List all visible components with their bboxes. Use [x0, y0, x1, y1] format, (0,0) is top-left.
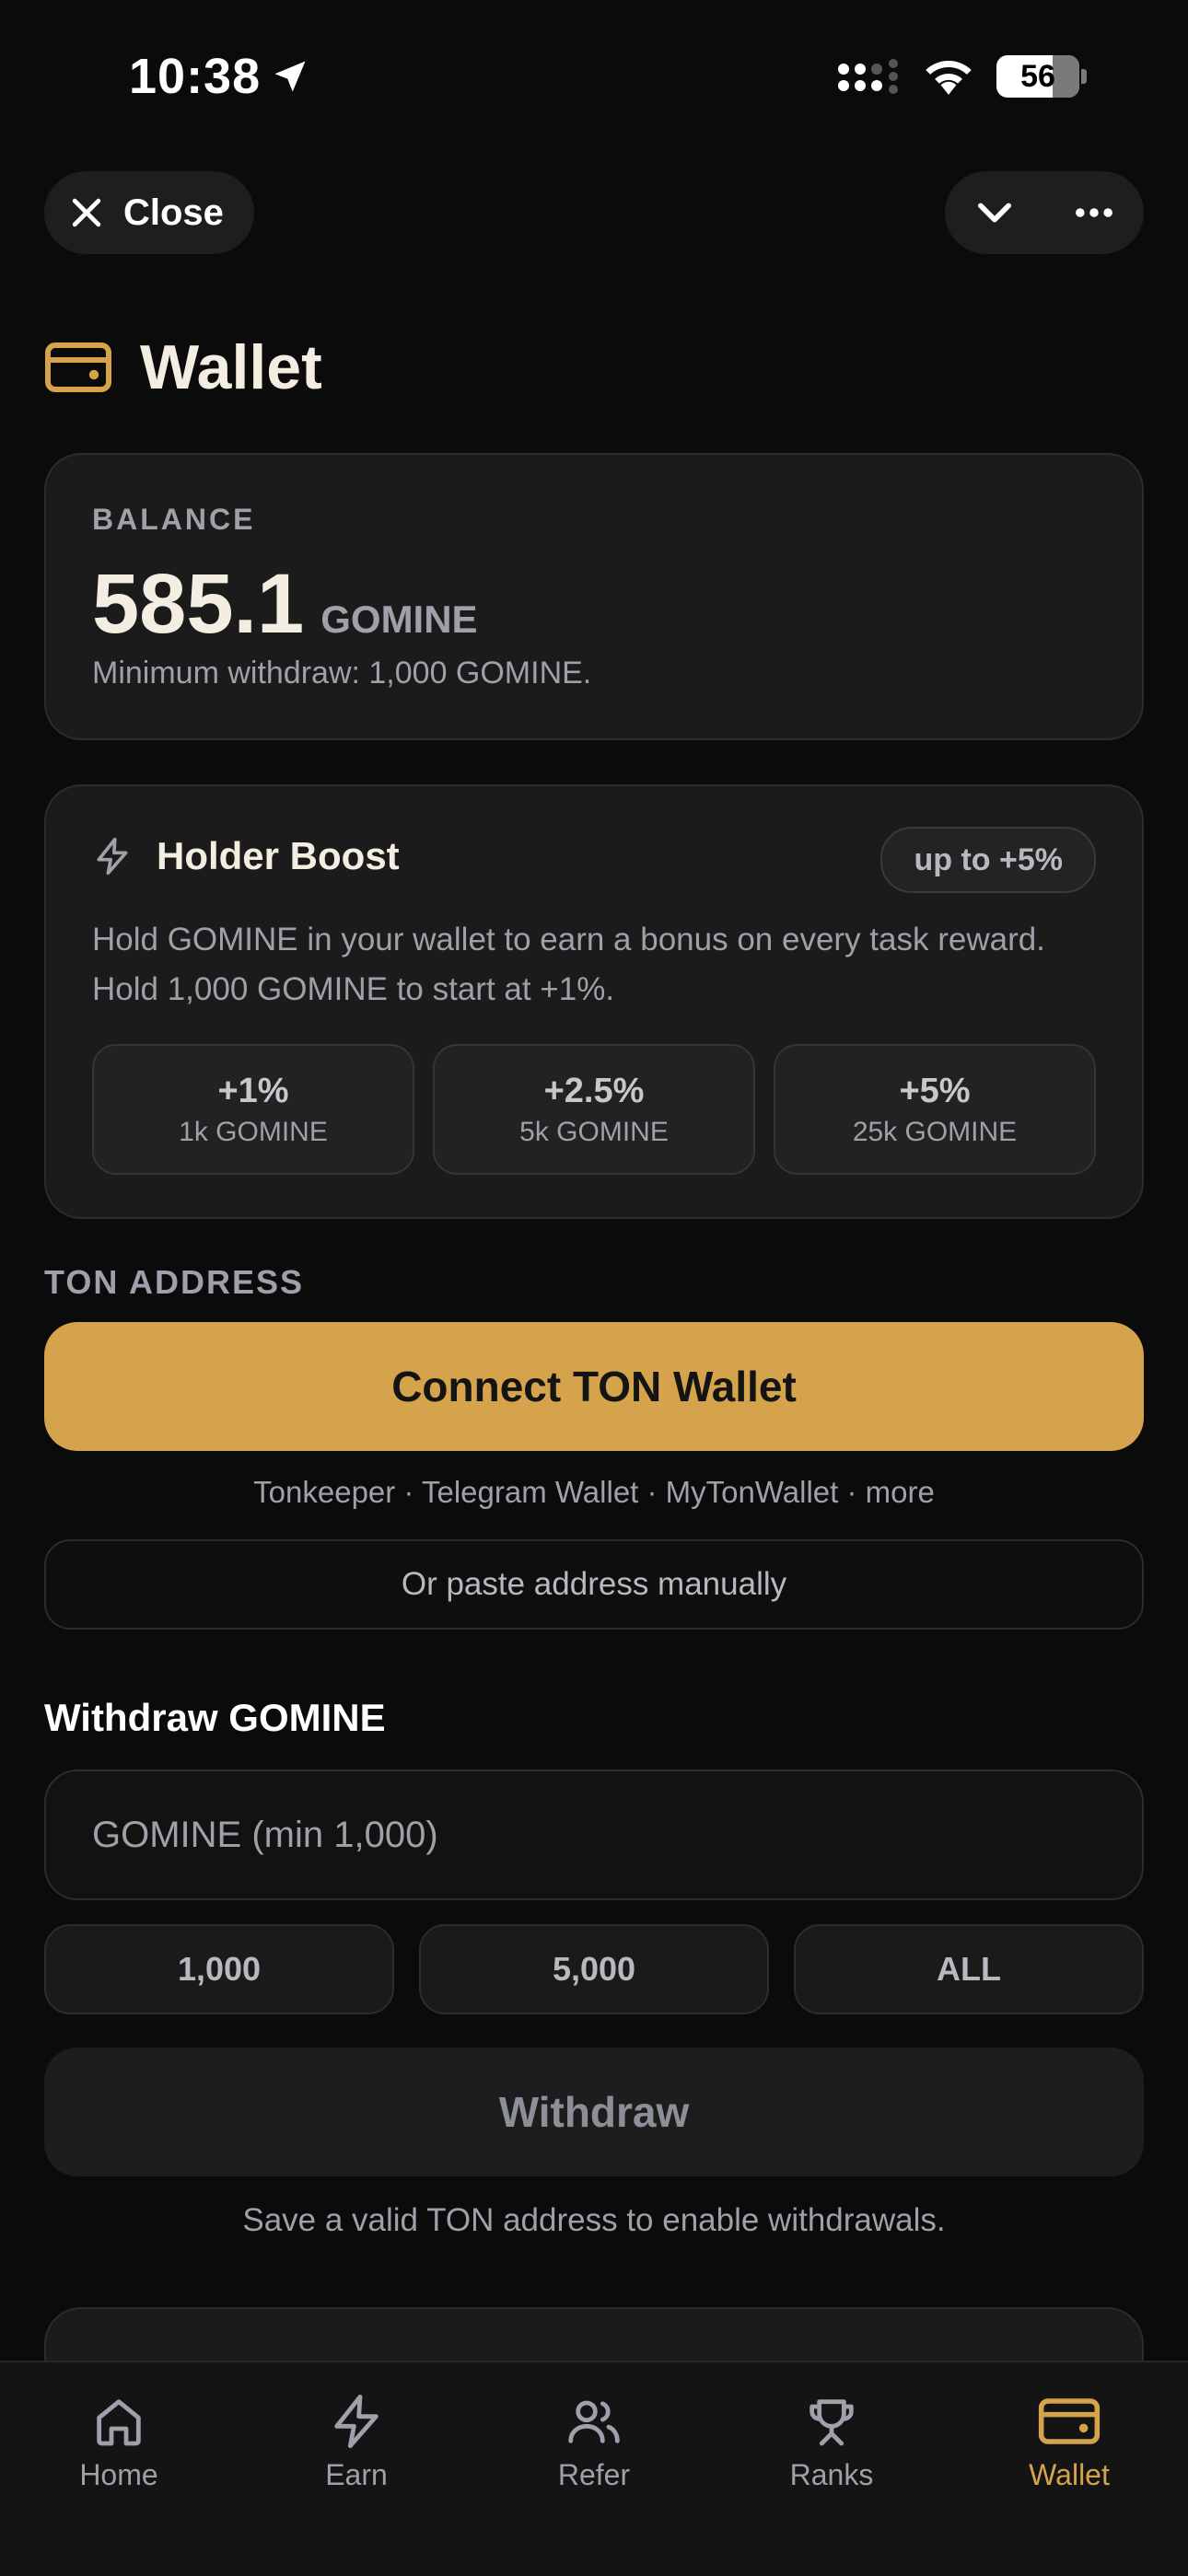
boost-tiers: +1% 1k GOMINE +2.5% 5k GOMINE +5% 25k GO… — [92, 1044, 1096, 1175]
tier-percent: +2.5% — [543, 1071, 645, 1110]
close-icon — [72, 198, 101, 227]
wallet-screen: 10:38 56 Close Wallet BALANCE 585.1 GOMI… — [0, 0, 1188, 2576]
tier-percent: +5% — [899, 1071, 971, 1110]
withdraw-title: Withdraw GOMINE — [44, 1696, 386, 1739]
wallet-icon — [1038, 2398, 1101, 2444]
bolt-icon — [97, 837, 128, 876]
nav-item-earn[interactable]: Earn — [238, 2362, 475, 2576]
nav-label: Earn — [325, 2458, 388, 2491]
tier-requirement: 25k GOMINE — [852, 1116, 1018, 1147]
battery-level: 56 — [1020, 58, 1055, 94]
tier-percent: +1% — [217, 1071, 289, 1110]
holder-boost-card: Holder Boost up to +5% Hold GOMINE in yo… — [44, 784, 1144, 1219]
paste-address-button[interactable]: Or paste address manually — [44, 1539, 1144, 1630]
connect-ton-wallet-button[interactable]: Connect TON Wallet — [44, 1322, 1144, 1451]
nav-item-home[interactable]: Home — [0, 2362, 238, 2576]
boost-header: Holder Boost — [92, 834, 400, 878]
top-menu — [945, 171, 1144, 254]
quick-amount-all-button[interactable]: ALL — [794, 1924, 1144, 2014]
status-time-text: 10:38 — [129, 49, 262, 104]
withdraw-hint: Save a valid TON address to enable withd… — [242, 2202, 946, 2238]
status-indicators: 56 — [836, 55, 1087, 98]
location-arrow-icon — [274, 61, 306, 92]
nav-item-refer[interactable]: Refer — [475, 2362, 713, 2576]
nav-item-wallet[interactable]: Wallet — [950, 2362, 1188, 2576]
balance-label: BALANCE — [92, 503, 256, 536]
more-options-icon[interactable] — [1070, 189, 1118, 237]
boost-tier: +1% 1k GOMINE — [92, 1044, 414, 1175]
quick-amount-1000-button[interactable]: 1,000 — [44, 1924, 394, 2014]
status-time: 10:38 — [129, 48, 310, 105]
bottom-nav: Home Earn Refer Ranks Wallet — [0, 2361, 1188, 2576]
wallet-icon — [45, 342, 111, 392]
page-title: Wallet — [140, 332, 322, 402]
nav-label: Wallet — [1029, 2458, 1110, 2491]
withdraw-button[interactable]: Withdraw — [44, 2048, 1144, 2176]
page-header: Wallet — [44, 331, 322, 403]
quick-amount-5000-button[interactable]: 5,000 — [419, 1924, 769, 2014]
tier-requirement: 5k GOMINE — [519, 1116, 669, 1147]
battery-icon: 56 — [996, 55, 1087, 98]
withdraw-amount-input[interactable] — [44, 1770, 1144, 1900]
boost-description: Hold GOMINE in your wallet to earn a bon… — [92, 922, 1045, 1007]
trophy-icon — [809, 2399, 854, 2446]
balance-value: 585.1 — [92, 557, 305, 651]
tier-requirement: 1k GOMINE — [179, 1116, 328, 1147]
close-button[interactable]: Close — [44, 171, 254, 254]
users-icon — [568, 2400, 620, 2443]
home-icon — [97, 2399, 141, 2446]
minimum-withdraw-note: Minimum withdraw: 1,000 GOMINE. — [92, 656, 592, 690]
ton-address-label: TON ADDRESS — [44, 1263, 305, 1301]
boost-tier: +2.5% 5k GOMINE — [433, 1044, 755, 1175]
boost-title: Holder Boost — [157, 834, 400, 877]
nav-label: Refer — [557, 2458, 631, 2491]
cellular-signal-icon — [838, 59, 898, 94]
nav-label: Home — [79, 2458, 158, 2491]
boost-tier: +5% 25k GOMINE — [774, 1044, 1096, 1175]
close-label: Close — [123, 191, 224, 233]
chevron-down-icon[interactable] — [971, 189, 1019, 237]
bolt-icon — [334, 2394, 379, 2449]
balance-card: BALANCE 585.1 GOMINE Minimum withdraw: 1… — [44, 453, 1144, 740]
wifi-icon — [926, 61, 972, 95]
nav-item-ranks[interactable]: Ranks — [713, 2362, 950, 2576]
balance-row: 585.1 GOMINE — [92, 556, 478, 653]
boost-badge: up to +5% — [880, 827, 1096, 893]
balance-unit: GOMINE — [320, 598, 478, 641]
nav-label: Ranks — [789, 2458, 874, 2491]
supported-wallets-text: Tonkeeper · Telegram Wallet · MyTonWalle… — [253, 1475, 935, 1509]
